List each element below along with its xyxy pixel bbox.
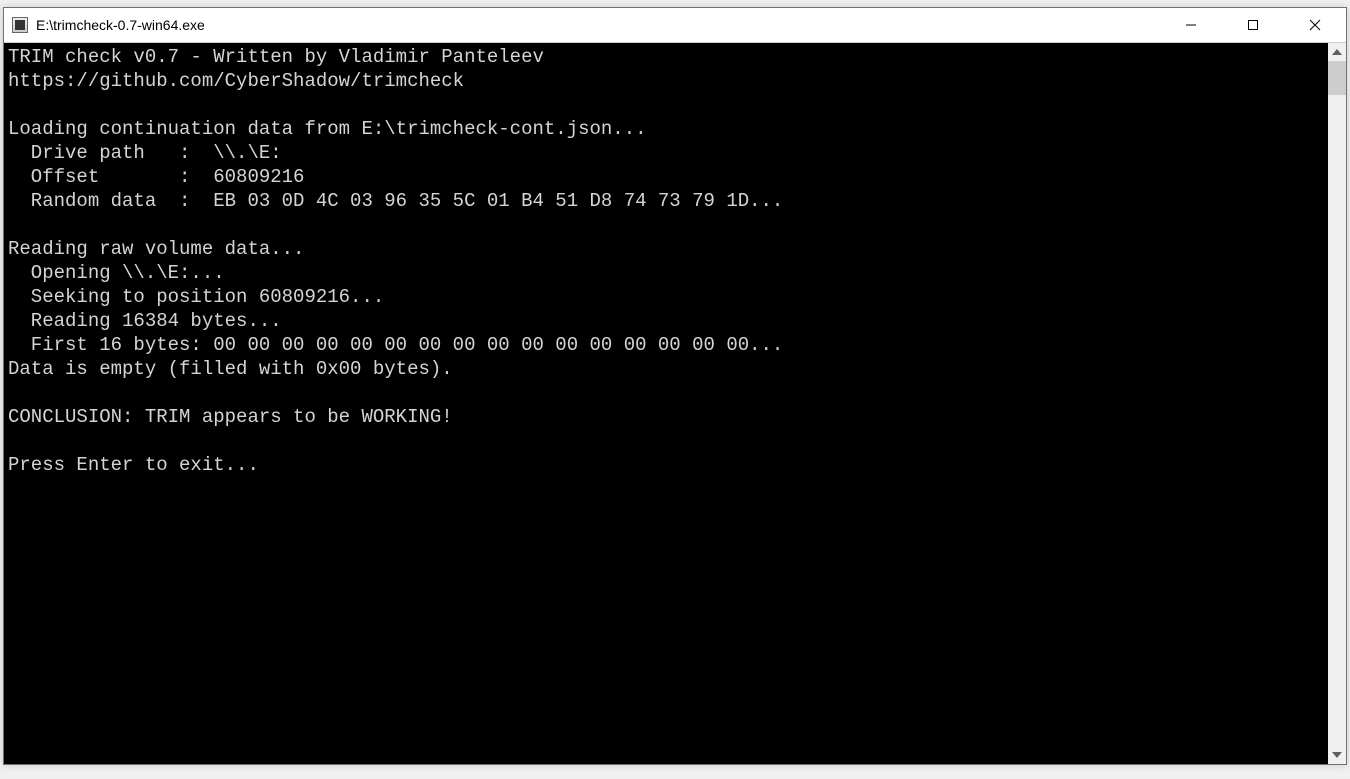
- scroll-down-button[interactable]: [1328, 746, 1346, 764]
- titlebar[interactable]: E:\trimcheck-0.7-win64.exe: [4, 8, 1346, 42]
- scrollbar-thumb[interactable]: [1328, 61, 1346, 95]
- chevron-down-icon: [1332, 752, 1342, 758]
- console-output[interactable]: TRIM check v0.7 - Written by Vladimir Pa…: [4, 43, 1328, 764]
- window-controls: [1160, 8, 1346, 42]
- app-icon: [12, 17, 28, 33]
- vertical-scrollbar[interactable]: [1328, 43, 1346, 764]
- minimize-button[interactable]: [1160, 8, 1222, 42]
- maximize-icon: [1247, 19, 1259, 31]
- console-window: E:\trimcheck-0.7-win64.exe TRIM check v0…: [3, 7, 1347, 765]
- maximize-button[interactable]: [1222, 8, 1284, 42]
- scrollbar-track[interactable]: [1328, 61, 1346, 746]
- close-button[interactable]: [1284, 8, 1346, 42]
- close-icon: [1309, 19, 1321, 31]
- client-area: TRIM check v0.7 - Written by Vladimir Pa…: [4, 42, 1346, 764]
- minimize-icon: [1185, 19, 1197, 31]
- window-title: E:\trimcheck-0.7-win64.exe: [36, 17, 1160, 33]
- chevron-up-icon: [1332, 49, 1342, 55]
- scroll-up-button[interactable]: [1328, 43, 1346, 61]
